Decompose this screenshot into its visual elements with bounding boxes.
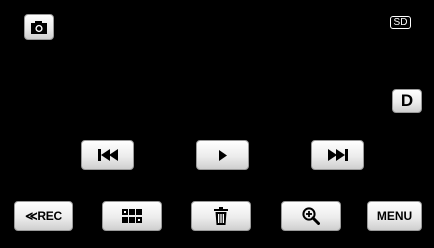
menu-button[interactable]: MENU [367,201,422,231]
camera-mode-button[interactable] [24,14,54,40]
camera-icon [30,20,48,35]
menu-label: MENU [376,209,413,223]
rec-mode-label: ≪REC [25,209,62,223]
zoom-in-icon [302,207,320,225]
play-icon [218,149,228,161]
skip-next-icon [327,149,349,161]
delete-button[interactable] [191,201,251,231]
rec-mode-button[interactable]: ≪REC [14,201,73,231]
delete-check-button[interactable]: D [392,89,422,113]
previous-file-button[interactable] [81,140,134,170]
sd-card-indicator: SD [390,16,411,29]
index-grid-icon [122,209,142,223]
zoom-button[interactable] [281,201,341,231]
next-file-button[interactable] [311,140,364,170]
play-button[interactable] [196,140,249,170]
trash-icon [214,207,228,225]
playback-screen: SD D ≪REC MENU [0,0,434,248]
index-screen-button[interactable] [102,201,162,231]
delete-check-label: D [400,91,414,110]
skip-previous-icon [97,149,119,161]
